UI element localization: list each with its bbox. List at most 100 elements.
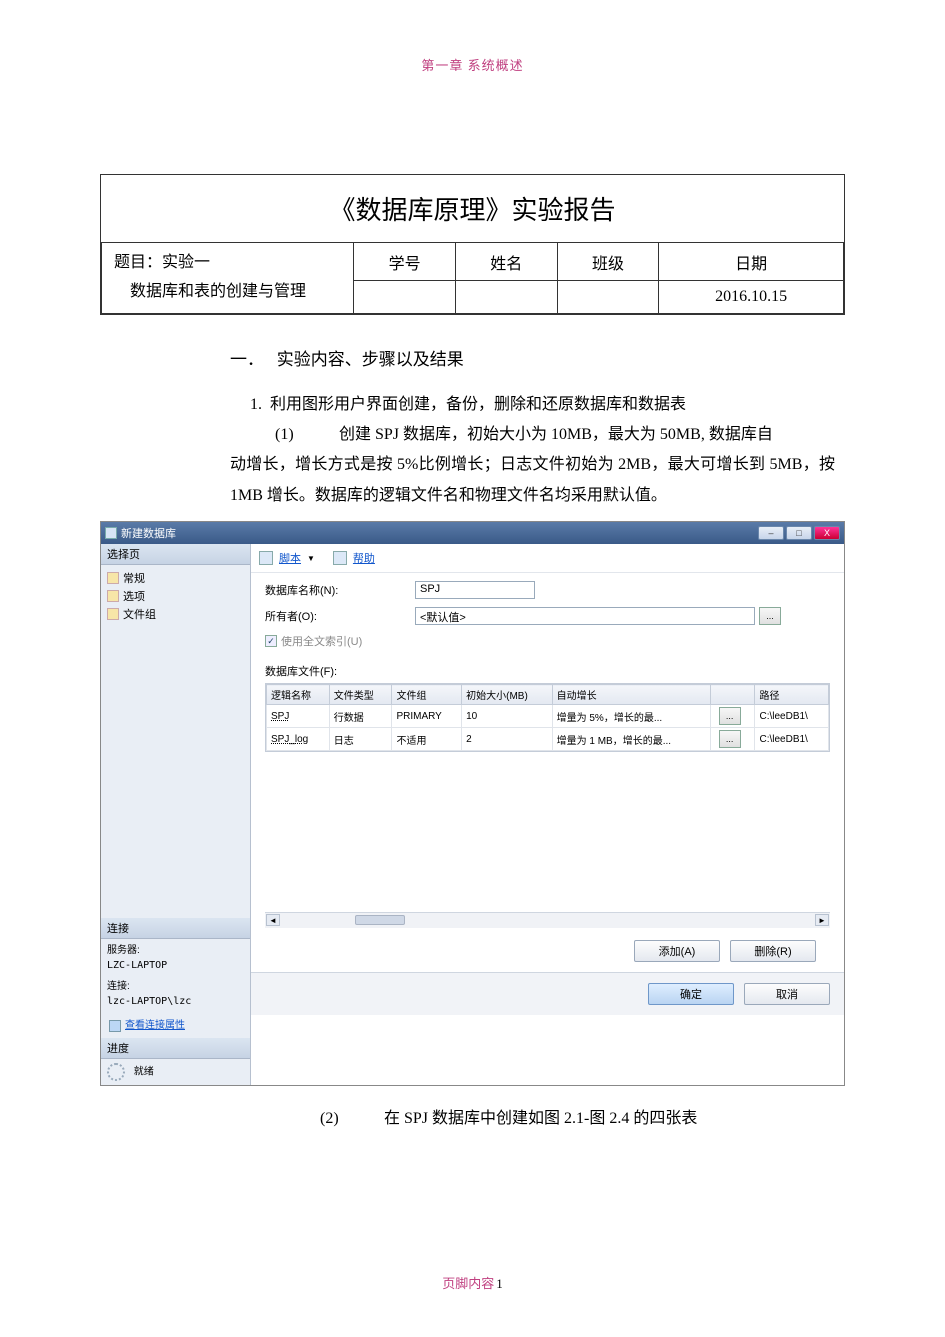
ok-button[interactable]: 确定: [648, 983, 734, 1005]
cell-path[interactable]: C:\leeDB1\: [755, 705, 829, 728]
sidebar-item-general[interactable]: 常规: [105, 569, 246, 587]
grow-edit-button[interactable]: ...: [719, 707, 741, 725]
val-date: 2016.10.15: [659, 281, 844, 313]
cell-type: 行数据: [329, 705, 392, 728]
cell-path[interactable]: C:\leeDB1\: [755, 728, 829, 751]
help-button[interactable]: 帮助: [353, 550, 375, 566]
fulltext-checkbox[interactable]: ✓: [265, 635, 277, 647]
help-icon: [333, 551, 347, 565]
select-page-list: 常规 选项 文件组: [101, 565, 250, 633]
val-class: [557, 281, 659, 313]
cell-type: 日志: [329, 728, 392, 751]
cell-init[interactable]: 2: [462, 728, 552, 751]
horizontal-scrollbar[interactable]: ◄ ►: [265, 912, 830, 928]
list-item-1: 1. 利用图形用户界面创建，备份，删除和还原数据库和数据表: [250, 390, 845, 420]
server-label: 服务器:: [107, 943, 244, 958]
cell-logical[interactable]: SPJ_log: [267, 728, 330, 751]
scroll-left-icon[interactable]: ◄: [266, 914, 280, 926]
page-icon: [107, 608, 119, 620]
script-button[interactable]: 脚本: [279, 550, 301, 566]
sidebar-label: 常规: [123, 570, 145, 586]
sidebar-label: 文件组: [123, 606, 156, 622]
script-icon: [259, 551, 273, 565]
files-grid[interactable]: 逻辑名称 文件类型 文件组 初始大小(MB) 自动增长 路径 SPJ 行数据 P…: [265, 683, 830, 752]
grid-row[interactable]: SPJ 行数据 PRIMARY 10 增量为 5%，增长的最... ... C:…: [267, 705, 829, 728]
gh-init: 初始大小(MB): [462, 685, 552, 705]
main-content: 《数据库原理》实验报告 题目：实验一 数据库和表的创建与管理 学号 姓名 班级 …: [0, 74, 945, 511]
select-page-header: 选择页: [101, 544, 250, 565]
dialog-footer: 确定 取消: [251, 972, 844, 1015]
progress-header: 进度: [101, 1038, 250, 1059]
server-value: LZC-LAPTOP: [107, 958, 244, 973]
file-button-row: 添加(A) 删除(R): [265, 934, 830, 968]
cell-init[interactable]: 10: [462, 705, 552, 728]
cell-group: 不适用: [392, 728, 462, 751]
cell-growbtn[interactable]: ...: [710, 705, 755, 728]
report-title: 《数据库原理》实验报告: [101, 175, 844, 242]
cell-grow: 增量为 5%，增长的最...: [552, 705, 710, 728]
add-button[interactable]: 添加(A): [634, 940, 720, 962]
sub2-num: (2): [320, 1110, 380, 1128]
scroll-right-icon[interactable]: ►: [815, 914, 829, 926]
cell-growbtn[interactable]: ...: [710, 728, 755, 751]
col-name: 姓名: [455, 243, 557, 281]
sidebar-item-filegroups[interactable]: 文件组: [105, 605, 246, 623]
maximize-button[interactable]: □: [786, 526, 812, 540]
delete-button[interactable]: 删除(R): [730, 940, 816, 962]
dropdown-arrow-icon[interactable]: ▼: [307, 554, 315, 563]
connection-info: 服务器: LZC-LAPTOP 连接: lzc-LAPTOP\lzc 查看连接属…: [101, 939, 250, 1038]
view-connection-link[interactable]: 查看连接属性: [107, 1017, 244, 1034]
progress-text: 就绪: [134, 1067, 154, 1078]
page-icon: [107, 590, 119, 602]
cell-group: PRIMARY: [392, 705, 462, 728]
section-1-heading: 一． 实验内容、步骤以及结果: [230, 345, 845, 370]
report-header-box: 《数据库原理》实验报告 题目：实验一 数据库和表的创建与管理 学号 姓名 班级 …: [100, 174, 845, 315]
info-table: 题目：实验一 数据库和表的创建与管理 学号 姓名 班级 日期 2016.10.1…: [101, 242, 844, 314]
window-title: 新建数据库: [121, 525, 176, 541]
sub-item-2: (2) 在 SPJ 数据库中创建如图 2.1-图 2.4 的四张表: [320, 1104, 945, 1128]
window-controls: – □ X: [758, 526, 840, 540]
scroll-thumb[interactable]: [355, 915, 405, 925]
gh-growbtn: [710, 685, 755, 705]
cancel-button[interactable]: 取消: [744, 983, 830, 1005]
page-icon: [107, 572, 119, 584]
cell-grow: 增量为 1 MB，增长的最...: [552, 728, 710, 751]
owner-browse-button[interactable]: ...: [759, 607, 781, 625]
view-connection-text: 查看连接属性: [125, 1018, 185, 1033]
footer-page-number: 1: [496, 1276, 503, 1291]
gh-path: 路径: [755, 685, 829, 705]
gh-grow: 自动增长: [552, 685, 710, 705]
dbname-input[interactable]: SPJ: [415, 581, 535, 599]
grow-edit-button[interactable]: ...: [719, 730, 741, 748]
connection-icon: [109, 1020, 121, 1032]
topic-cell: 题目：实验一 数据库和表的创建与管理: [102, 243, 354, 314]
item1-text: 利用图形用户界面创建，备份，删除和还原数据库和数据表: [270, 396, 686, 413]
sub2-text: 在 SPJ 数据库中创建如图 2.1-图 2.4 的四张表: [384, 1110, 697, 1127]
footer-text: 页脚内容: [442, 1276, 494, 1291]
item1-num: 1.: [250, 390, 262, 420]
connection-label: 连接:: [107, 979, 244, 994]
dbname-label: 数据库名称(N):: [265, 582, 415, 598]
progress-block: 就绪: [101, 1059, 250, 1085]
sidebar-item-options[interactable]: 选项: [105, 587, 246, 605]
sub1-text-frag: 创建 SPJ 数据库，初始大小为 10MB，最大为 50MB, 数据库自: [339, 426, 773, 443]
col-id: 学号: [354, 243, 456, 281]
val-name: [455, 281, 557, 313]
main-panel: 脚本 ▼ 帮助 数据库名称(N): SPJ 所有者(O): <默认值> ... …: [251, 544, 844, 1085]
grid-row[interactable]: SPJ_log 日志 不适用 2 增量为 1 MB，增长的最... ... C:…: [267, 728, 829, 751]
close-button[interactable]: X: [814, 526, 840, 540]
sub1-continuation: 动增长，增长方式是按 5%比例增长；日志文件初始为 2MB，最大可增长到 5MB…: [230, 450, 845, 511]
minimize-button[interactable]: –: [758, 526, 784, 540]
owner-input[interactable]: <默认值>: [415, 607, 755, 625]
ssms-new-database-dialog: 新建数据库 – □ X 选择页 常规 选项 文件组 连接 服务器: LZC-LA…: [100, 521, 845, 1086]
app-icon: [105, 527, 117, 539]
grid-header-row: 逻辑名称 文件类型 文件组 初始大小(MB) 自动增长 路径: [267, 685, 829, 705]
topic-line2: 数据库和表的创建与管理: [130, 283, 306, 300]
connection-value: lzc-LAPTOP\lzc: [107, 994, 244, 1009]
gh-logical: 逻辑名称: [267, 685, 330, 705]
sidebar: 选择页 常规 选项 文件组 连接 服务器: LZC-LAPTOP 连接: lzc…: [101, 544, 251, 1085]
cell-logical[interactable]: SPJ: [267, 705, 330, 728]
sub-item-1-first: (1) 创建 SPJ 数据库，初始大小为 10MB，最大为 50MB, 数据库自: [275, 420, 845, 450]
toolbar: 脚本 ▼ 帮助: [251, 544, 844, 573]
connection-header: 连接: [101, 918, 250, 939]
